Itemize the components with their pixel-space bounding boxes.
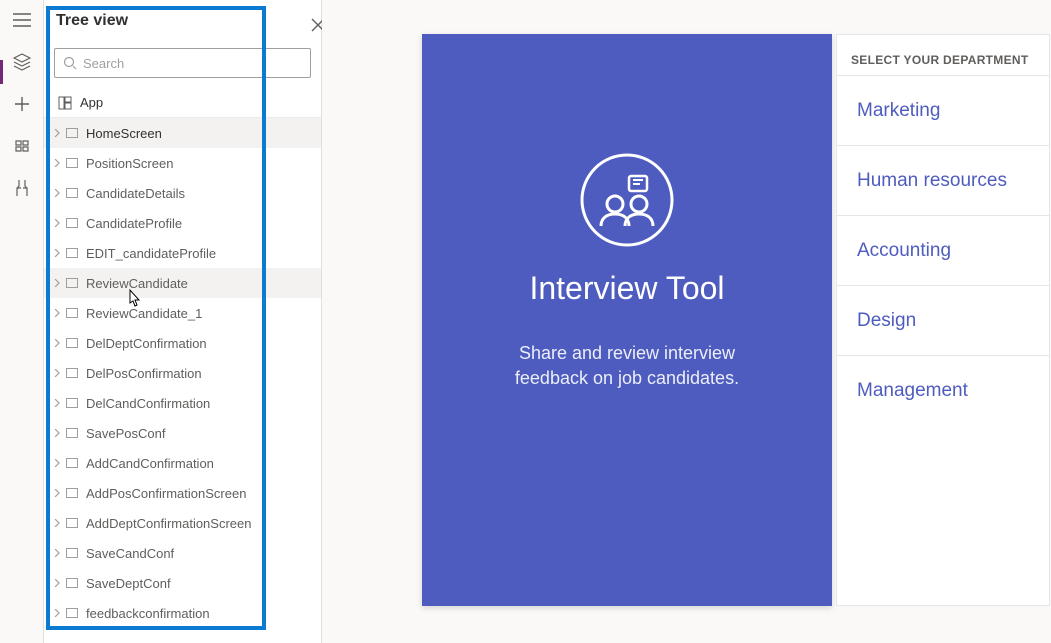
screen-icon xyxy=(66,428,78,438)
left-nav-rail xyxy=(0,0,44,643)
tree-item-label: AddPosConfirmationScreen xyxy=(86,486,321,501)
tree-item[interactable]: HomeScreen··· xyxy=(44,118,321,148)
chevron-right-icon[interactable] xyxy=(48,369,66,377)
chevron-right-icon[interactable] xyxy=(48,399,66,407)
tree-item-label: DelCandConfirmation xyxy=(86,396,321,411)
tree-item-label: AddCandConfirmation xyxy=(86,456,321,471)
tree-view-panel: Tree view App HomeScreen··· PositionScree… xyxy=(44,0,322,643)
chevron-right-icon[interactable] xyxy=(48,249,66,257)
data-icon[interactable] xyxy=(12,136,32,156)
chevron-right-icon[interactable] xyxy=(48,129,66,137)
screen-icon xyxy=(66,308,78,318)
tree-item[interactable]: SaveCandConf xyxy=(44,538,321,568)
chevron-right-icon[interactable] xyxy=(48,429,66,437)
tree-view-title: Tree view xyxy=(56,12,128,30)
tree-item[interactable]: SaveDeptConf xyxy=(44,568,321,598)
screen-icon xyxy=(66,398,78,408)
search-input[interactable] xyxy=(83,56,302,71)
screen-icon xyxy=(66,338,78,348)
department-panel: SELECT YOUR DEPARTMENT MarketingHuman re… xyxy=(836,34,1050,606)
tree-item[interactable]: PositionScreen xyxy=(44,148,321,178)
chevron-right-icon[interactable] xyxy=(48,459,66,467)
screen-icon xyxy=(66,188,78,198)
chevron-right-icon[interactable] xyxy=(48,609,66,617)
tree-item-label: DelDeptConfirmation xyxy=(86,336,321,351)
tree-item-label: EDIT_candidateProfile xyxy=(86,246,321,261)
tree-item[interactable]: feedbackconfirmation xyxy=(44,598,321,628)
chevron-right-icon[interactable] xyxy=(48,579,66,587)
department-item[interactable]: Management xyxy=(837,355,1049,425)
screen-icon xyxy=(66,518,78,528)
screen-icon xyxy=(66,128,78,138)
screen-icon xyxy=(66,368,78,378)
department-item[interactable]: Human resources xyxy=(837,145,1049,215)
screen-icon xyxy=(66,458,78,468)
screen-icon xyxy=(66,488,78,498)
tree-item[interactable]: AddCandConfirmation xyxy=(44,448,321,478)
tree-item-label: PositionScreen xyxy=(86,156,321,171)
tree-list: App HomeScreen··· PositionScreen Candidate… xyxy=(44,88,321,628)
screen-icon xyxy=(66,578,78,588)
tree-item-label: SaveDeptConf xyxy=(86,576,321,591)
tree-item-label: feedbackconfirmation xyxy=(86,606,321,621)
tree-item-label: DelPosConfirmation xyxy=(86,366,321,381)
tree-item-label: HomeScreen xyxy=(86,126,321,141)
tree-item[interactable]: DelCandConfirmation xyxy=(44,388,321,418)
tree-search-box[interactable] xyxy=(54,48,311,78)
search-icon xyxy=(63,56,77,70)
tree-item[interactable]: DelDeptConfirmation xyxy=(44,328,321,358)
tree-item[interactable]: SavePosConf xyxy=(44,418,321,448)
hamburger-icon[interactable] xyxy=(12,10,32,30)
department-header: SELECT YOUR DEPARTMENT xyxy=(837,35,1049,75)
tree-item[interactable]: CandidateDetails xyxy=(44,178,321,208)
tree-item-label: CandidateProfile xyxy=(86,216,321,231)
department-item[interactable]: Design xyxy=(837,285,1049,355)
screen-icon xyxy=(66,278,78,288)
chevron-right-icon[interactable] xyxy=(48,279,66,287)
preview-phone-card: Interview Tool Share and review intervie… xyxy=(422,34,832,606)
chevron-right-icon[interactable] xyxy=(48,519,66,527)
chevron-right-icon[interactable] xyxy=(48,339,66,347)
chevron-right-icon[interactable] xyxy=(48,309,66,317)
tree-item-label: SavePosConf xyxy=(86,426,321,441)
tree-item-label: CandidateDetails xyxy=(86,186,321,201)
tree-item-label: ReviewCandidate_1 xyxy=(86,306,321,321)
screen-icon xyxy=(66,548,78,558)
screen-icon xyxy=(66,158,78,168)
chevron-right-icon[interactable] xyxy=(48,219,66,227)
tree-item[interactable]: ReviewCandidate··· xyxy=(44,268,321,298)
chevron-right-icon[interactable] xyxy=(48,549,66,557)
department-item[interactable]: Accounting xyxy=(837,215,1049,285)
preview-subtitle: Share and review interview feedback on j… xyxy=(515,341,739,391)
active-rail-indicator xyxy=(0,60,3,84)
tree-item[interactable]: AddDeptConfirmationScreen xyxy=(44,508,321,538)
tree-item[interactable]: CandidateProfile xyxy=(44,208,321,238)
screen-icon xyxy=(66,608,78,618)
tree-item-label: AddDeptConfirmationScreen xyxy=(86,516,321,531)
tree-item[interactable]: EDIT_candidateProfile xyxy=(44,238,321,268)
interview-icon xyxy=(579,152,675,248)
tree-app-label: App xyxy=(80,95,103,110)
tree-app-node[interactable]: App xyxy=(44,88,321,118)
department-item[interactable]: Marketing xyxy=(837,75,1049,145)
tree-item-label: ReviewCandidate xyxy=(86,276,321,291)
screen-icon xyxy=(66,218,78,228)
chevron-right-icon[interactable] xyxy=(48,159,66,167)
tools-icon[interactable] xyxy=(12,178,32,198)
tree-item-label: SaveCandConf xyxy=(86,546,321,561)
chevron-right-icon[interactable] xyxy=(48,489,66,497)
plus-icon[interactable] xyxy=(12,94,32,114)
tree-item[interactable]: AddPosConfirmationScreen xyxy=(44,478,321,508)
chevron-right-icon[interactable] xyxy=(48,189,66,197)
layers-icon[interactable] xyxy=(12,52,32,72)
screen-icon xyxy=(66,248,78,258)
preview-title: Interview Tool xyxy=(529,270,724,307)
tree-item[interactable]: DelPosConfirmation xyxy=(44,358,321,388)
tree-item[interactable]: ReviewCandidate_1 xyxy=(44,298,321,328)
